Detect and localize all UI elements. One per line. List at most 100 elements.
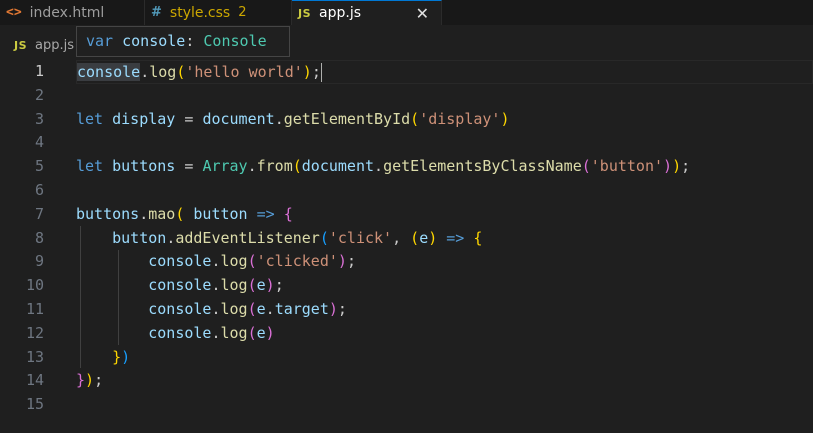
breadcrumb[interactable]: JS app.js [14,38,74,53]
token-function: log [149,63,177,81]
token-punct: , [392,228,411,247]
line-number: 8 [34,228,44,247]
line-number: 6 [34,180,44,199]
token-bracket: { [283,204,293,223]
token-variable: document [301,157,375,176]
code-line[interactable]: }); [76,369,813,393]
breadcrumb-file[interactable]: app.js [35,38,74,53]
token-bracket: ) [85,371,95,390]
tab-label: index.html [29,4,105,21]
token-string: 'button' [590,157,664,176]
line-number: 13 [25,347,44,366]
code-line[interactable] [76,393,813,417]
token-function: addEventListener [175,228,320,247]
token-punct: . [265,299,275,318]
line-number: 7 [34,204,44,223]
token-bracket: ) [337,252,347,271]
token-keyword: let [76,157,104,176]
editor-tab-bar: <> index.html # style.css 2 JS app.js ✕ [0,0,813,25]
code-line[interactable] [76,131,813,155]
token-punct: . [139,204,149,223]
token-bracket: ) [121,347,131,366]
token-punct: ; [337,299,347,318]
tab-index-html[interactable]: <> index.html [0,0,145,25]
token-variable: buttons [76,204,140,223]
line-number: 10 [25,276,44,295]
token-bracket: ( [247,276,257,295]
code-line[interactable]: console.log(e.target); [76,298,813,322]
token-bracket: ) [265,276,275,295]
tab-app-js[interactable]: JS app.js ✕ [292,0,442,25]
token-bracket: ) [302,63,312,81]
token-bracket: ) [672,157,682,176]
token-bracket: ( [247,323,257,342]
line-number-gutter: 1 2 3 4 5 6 7 8 9 10 11 12 13 14 15 [0,60,56,417]
code-line[interactable]: let display = document.getElementById('d… [76,108,813,132]
code-line[interactable]: let buttons = Array.from(document.getEle… [76,155,813,179]
token-bracket: ( [410,228,420,247]
code-line[interactable]: console.log(e); [76,274,813,298]
tooltip-keyword: var [86,32,114,50]
token-punct: ; [681,157,691,176]
token-bracket: ( [581,157,591,176]
token-type: Array [202,157,248,176]
token-variable: e [256,276,266,295]
line-number: 3 [34,109,44,128]
token-string: 'clicked' [256,252,338,271]
token-arrow: => [437,228,474,247]
token-arrow: => [247,204,284,223]
line-number: 12 [25,323,44,342]
token-punct: ; [94,371,104,390]
token-operator: = [175,109,203,128]
tooltip-sep: : [185,32,204,50]
close-icon[interactable]: ✕ [408,4,429,23]
token-bracket: } [112,347,122,366]
token-punct: . [211,323,221,342]
token-variable: e [419,228,429,247]
token-punct: . [140,63,150,81]
line-number: 9 [34,252,44,271]
token-operator: = [175,157,203,176]
code-line[interactable]: console.log('clicked'); [76,250,813,274]
token-variable: display [112,109,176,128]
code-line[interactable] [76,179,813,203]
tooltip-type: Console [203,32,267,50]
token-bracket: ) [328,299,338,318]
code-line[interactable]: console.log('hello world'); [76,60,813,84]
token-function: log [220,323,248,342]
token-punct: . [374,157,384,176]
token-bracket: ( [292,157,302,176]
token-variable: buttons [112,157,176,176]
token-punct: . [274,109,284,128]
token-function: mao [148,204,176,223]
token-variable: console [148,252,212,271]
js-file-icon: JS [298,6,312,20]
hover-tooltip: var console: Console [76,26,290,57]
code-line[interactable]: console.log(e) [76,322,813,346]
token-function: log [220,299,248,318]
code-editor[interactable]: console.log('hello world'); let display … [76,60,813,417]
token-bracket: ( [247,299,257,318]
token-punct: . [166,228,176,247]
code-line[interactable]: buttons.mao( button => { [76,203,813,227]
token-variable: e [256,299,266,318]
tab-style-css[interactable]: # style.css 2 [145,0,292,25]
token-string: 'hello world' [185,63,303,81]
token-punct: . [247,157,257,176]
token-bracket: ) [500,109,510,128]
token-function: getElementById [283,109,411,128]
token-punct: . [211,299,221,318]
code-line[interactable]: }) [76,346,813,370]
token-function: from [256,157,293,176]
token-string: 'display' [419,109,501,128]
token-punct: ; [311,63,321,81]
line-number: 5 [34,157,44,176]
js-file-icon: JS [14,39,28,52]
token-punct: . [211,276,221,295]
code-line[interactable]: button.addEventListener('click', (e) => … [76,227,813,251]
code-line[interactable] [76,84,813,108]
